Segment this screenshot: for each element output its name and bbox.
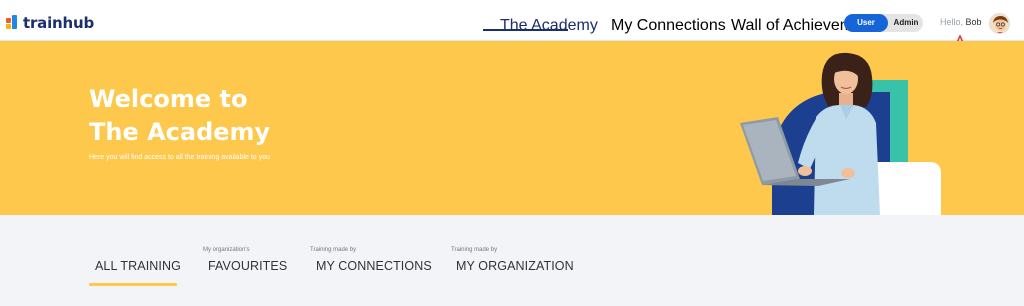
hero-title: Welcome to The Academy bbox=[89, 83, 270, 149]
hero-title-line-2: The Academy bbox=[89, 118, 271, 146]
logo-text: trainhub bbox=[23, 14, 95, 32]
top-header: trainhub The Academy My Connections Wall… bbox=[0, 0, 1024, 41]
user-name: Bob bbox=[965, 17, 982, 27]
hero-woman-laptop-illustration bbox=[740, 52, 941, 215]
trainhub-logo[interactable]: trainhub bbox=[6, 13, 94, 33]
role-toggle[interactable]: User Admin bbox=[844, 14, 923, 32]
hero-title-line-1: Welcome to bbox=[89, 85, 248, 113]
nav-active-indicator bbox=[483, 29, 568, 31]
tab-my-connections-label[interactable]: MY CONNECTIONS bbox=[316, 259, 432, 273]
hero-banner: Welcome to The Academy Here you will fin… bbox=[0, 41, 1024, 215]
toggle-admin-option[interactable]: Admin bbox=[891, 14, 921, 32]
tab-favourites-label[interactable]: FAVOURITES bbox=[208, 259, 287, 273]
tab-my-organization-prefix: Training made by bbox=[451, 247, 498, 253]
toggle-user-option[interactable]: User bbox=[844, 14, 888, 32]
tab-favourites-prefix: My organization's bbox=[203, 247, 250, 253]
nav-the-academy[interactable]: The Academy bbox=[500, 17, 598, 35]
greeting-text: Hello, bbox=[940, 17, 964, 27]
logo-icon bbox=[6, 15, 20, 31]
training-tabs: ALL TRAINING My organization's FAVOURITE… bbox=[0, 215, 1024, 306]
tab-my-connections-prefix: Training made by bbox=[310, 247, 357, 253]
tab-my-organization-label[interactable]: MY ORGANIZATION bbox=[456, 259, 574, 273]
avatar[interactable] bbox=[989, 13, 1010, 34]
nav-my-connections[interactable]: My Connections bbox=[611, 17, 726, 35]
tab-all-training-label[interactable]: ALL TRAINING bbox=[95, 259, 181, 273]
hero-subtitle: Here you will find access to all the tra… bbox=[89, 154, 270, 161]
tab-active-indicator bbox=[89, 283, 177, 286]
user-greeting: Hello, Bob bbox=[940, 17, 982, 27]
